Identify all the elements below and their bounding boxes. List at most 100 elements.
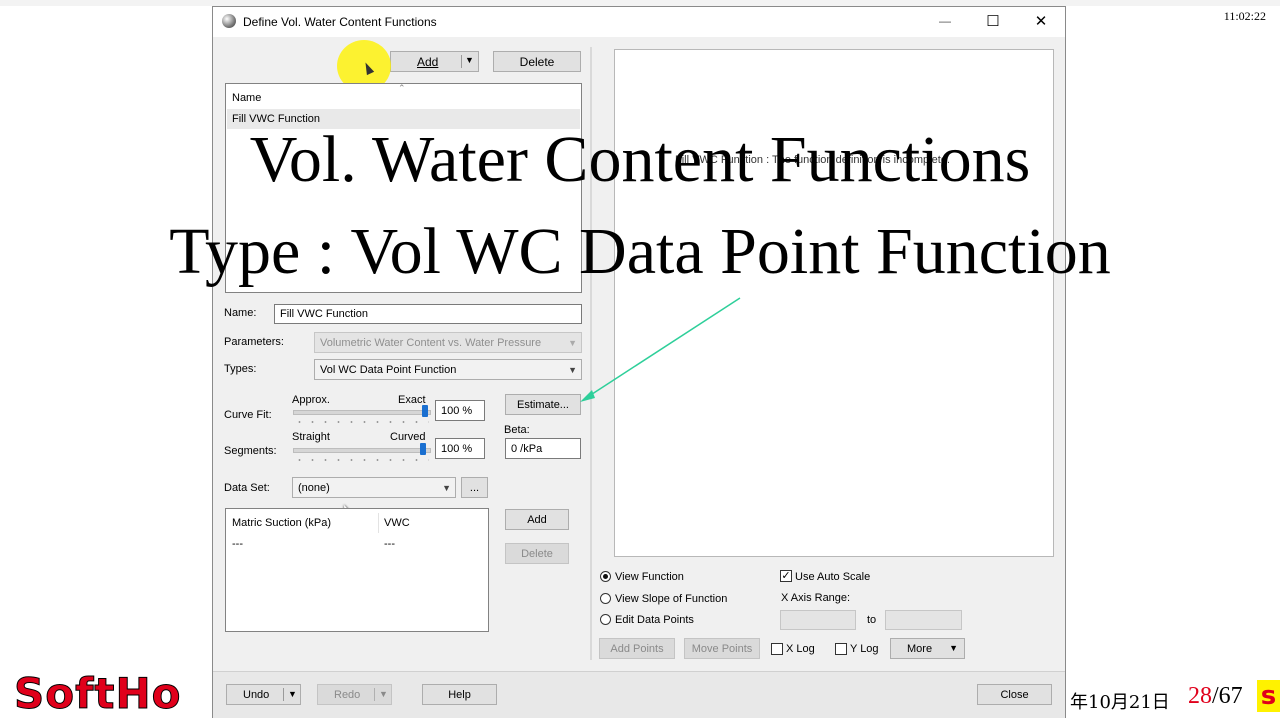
delete-point-label: Delete: [521, 547, 553, 560]
add-function-button[interactable]: Add ▼: [390, 51, 479, 72]
help-label: Help: [448, 688, 471, 701]
undo-dropdown-divider: [283, 688, 284, 701]
beta-label: Beta:: [504, 424, 530, 436]
view-function-radio[interactable]: [600, 571, 611, 582]
page-current: 28: [1188, 683, 1212, 709]
sort-indicator-icon: ⌃: [398, 83, 406, 93]
maximize-button[interactable]: ☐: [978, 8, 1008, 34]
watermark-logo-text: SoftHo: [13, 669, 182, 718]
redo-dropdown-divider: [374, 688, 375, 701]
parameters-select[interactable]: Volumetric Water Content vs. Water Press…: [314, 332, 582, 353]
name-field[interactable]: Fill VWC Function: [274, 304, 582, 324]
move-points-label: Move Points: [691, 642, 753, 655]
window-title: Define Vol. Water Content Functions: [243, 15, 437, 29]
table-cell[interactable]: ---: [384, 538, 395, 550]
y-log-checkbox[interactable]: [835, 643, 847, 655]
annotation-arrow: [580, 297, 741, 402]
parameters-value: Volumetric Water Content vs. Water Press…: [320, 336, 542, 349]
dataset-more-label: ...: [469, 481, 480, 494]
list-item[interactable]: Fill VWC Function: [227, 109, 580, 129]
page-indicator: 28/67: [1188, 683, 1243, 710]
auto-scale-checkbox[interactable]: ✓: [780, 570, 792, 582]
x-axis-range-label: X Axis Range:: [781, 592, 851, 604]
add-dropdown-divider: [461, 55, 462, 68]
minimize-button[interactable]: —: [930, 8, 960, 34]
page-total: /67: [1212, 683, 1243, 709]
add-points-button[interactable]: Add Points: [599, 638, 675, 659]
more-label: More: [907, 642, 933, 655]
column-header-suction[interactable]: Matric Suction (kPa): [232, 517, 331, 529]
function-list[interactable]: ⌃ Name Fill VWC Function: [225, 83, 582, 293]
add-function-label: Add: [417, 54, 439, 69]
curve-fit-slider-thumb[interactable]: [422, 405, 428, 417]
add-point-label: Add: [527, 513, 547, 526]
straight-label: Straight: [292, 431, 330, 443]
name-label: Name:: [224, 307, 257, 319]
add-point-button[interactable]: Add: [505, 509, 569, 530]
beta-field[interactable]: 0 /kPa: [505, 438, 581, 459]
undo-button[interactable]: Undo ▼: [226, 684, 301, 705]
y-log-label: Y Log: [850, 643, 879, 655]
curved-label: Curved: [390, 431, 426, 443]
watermark-logo: SoftHo: [13, 669, 182, 718]
annotation-arrow-line: [585, 297, 741, 399]
view-slope-label: View Slope of Function: [615, 593, 728, 605]
annotation-arrowhead: [580, 390, 595, 402]
chevron-down-icon[interactable]: ▼: [379, 689, 388, 699]
x-log-label: X Log: [786, 643, 815, 655]
delete-point-button[interactable]: Delete: [505, 543, 569, 564]
chevron-down-icon[interactable]: ▼: [465, 55, 474, 65]
table-cell[interactable]: ---: [232, 538, 243, 550]
column-header-vwc[interactable]: VWC: [384, 517, 410, 529]
list-header-name[interactable]: Name: [232, 92, 261, 104]
close-button[interactable]: Close: [977, 684, 1052, 705]
parameters-label: Parameters:: [224, 336, 284, 348]
list-item-label: Fill VWC Function: [232, 113, 321, 125]
points-table[interactable]: Matric Suction (kPa) VWC --- ---: [225, 508, 489, 632]
close-window-button[interactable]: ✕: [1026, 8, 1056, 34]
auto-scale-label: Use Auto Scale: [795, 571, 871, 583]
undo-label: Undo: [243, 688, 270, 701]
watermark-date: 年10月21日: [1070, 692, 1170, 713]
add-points-label: Add Points: [610, 642, 664, 655]
app-icon: [222, 14, 236, 28]
x-log-checkbox[interactable]: [771, 643, 783, 655]
close-label: Close: [1000, 688, 1029, 701]
chevron-down-icon: ▼: [949, 643, 958, 653]
exact-label: Exact: [398, 394, 426, 406]
column-divider: [378, 513, 379, 533]
more-button[interactable]: More ▼: [890, 638, 965, 659]
view-function-label: View Function: [615, 571, 684, 583]
delete-function-button[interactable]: Delete: [493, 51, 581, 72]
x-axis-max-field[interactable]: [885, 610, 962, 630]
delete-function-label: Delete: [519, 54, 555, 69]
types-select[interactable]: Vol WC Data Point Function ▼: [314, 359, 582, 380]
curve-fit-track: [293, 410, 431, 415]
view-slope-radio[interactable]: [600, 593, 611, 604]
x-axis-min-field[interactable]: [780, 610, 856, 630]
segments-slider-thumb[interactable]: [420, 443, 426, 455]
curve-fit-label: Curve Fit:: [224, 409, 272, 421]
edit-points-label: Edit Data Points: [615, 614, 694, 626]
approx-label: Approx.: [292, 394, 330, 406]
edit-points-radio[interactable]: [600, 614, 611, 625]
curve-fit-ticks: [293, 421, 429, 423]
estimate-label: Estimate...: [517, 398, 569, 411]
redo-label: Redo: [334, 688, 361, 701]
watermark-trailing: s: [1257, 680, 1280, 712]
curve-fit-value-field[interactable]: 100 %: [435, 400, 485, 421]
redo-button[interactable]: Redo ▼: [317, 684, 392, 705]
dataset-select[interactable]: (none) ▼: [292, 477, 456, 498]
dataset-more-button[interactable]: ...: [461, 477, 488, 498]
dataset-value: (none): [298, 481, 330, 494]
chevron-down-icon: ▼: [442, 482, 451, 493]
segments-value-field[interactable]: 100 %: [435, 438, 485, 459]
chevron-down-icon[interactable]: ▼: [288, 689, 297, 699]
segments-ticks: [293, 459, 429, 461]
segments-label: Segments:: [224, 445, 277, 457]
move-points-button[interactable]: Move Points: [684, 638, 760, 659]
graph-message: Fill VWC Function : The function definit…: [675, 154, 950, 166]
types-value: Vol WC Data Point Function: [320, 363, 457, 376]
clock: 11:02:22: [1223, 9, 1266, 23]
help-button[interactable]: Help: [422, 684, 497, 705]
